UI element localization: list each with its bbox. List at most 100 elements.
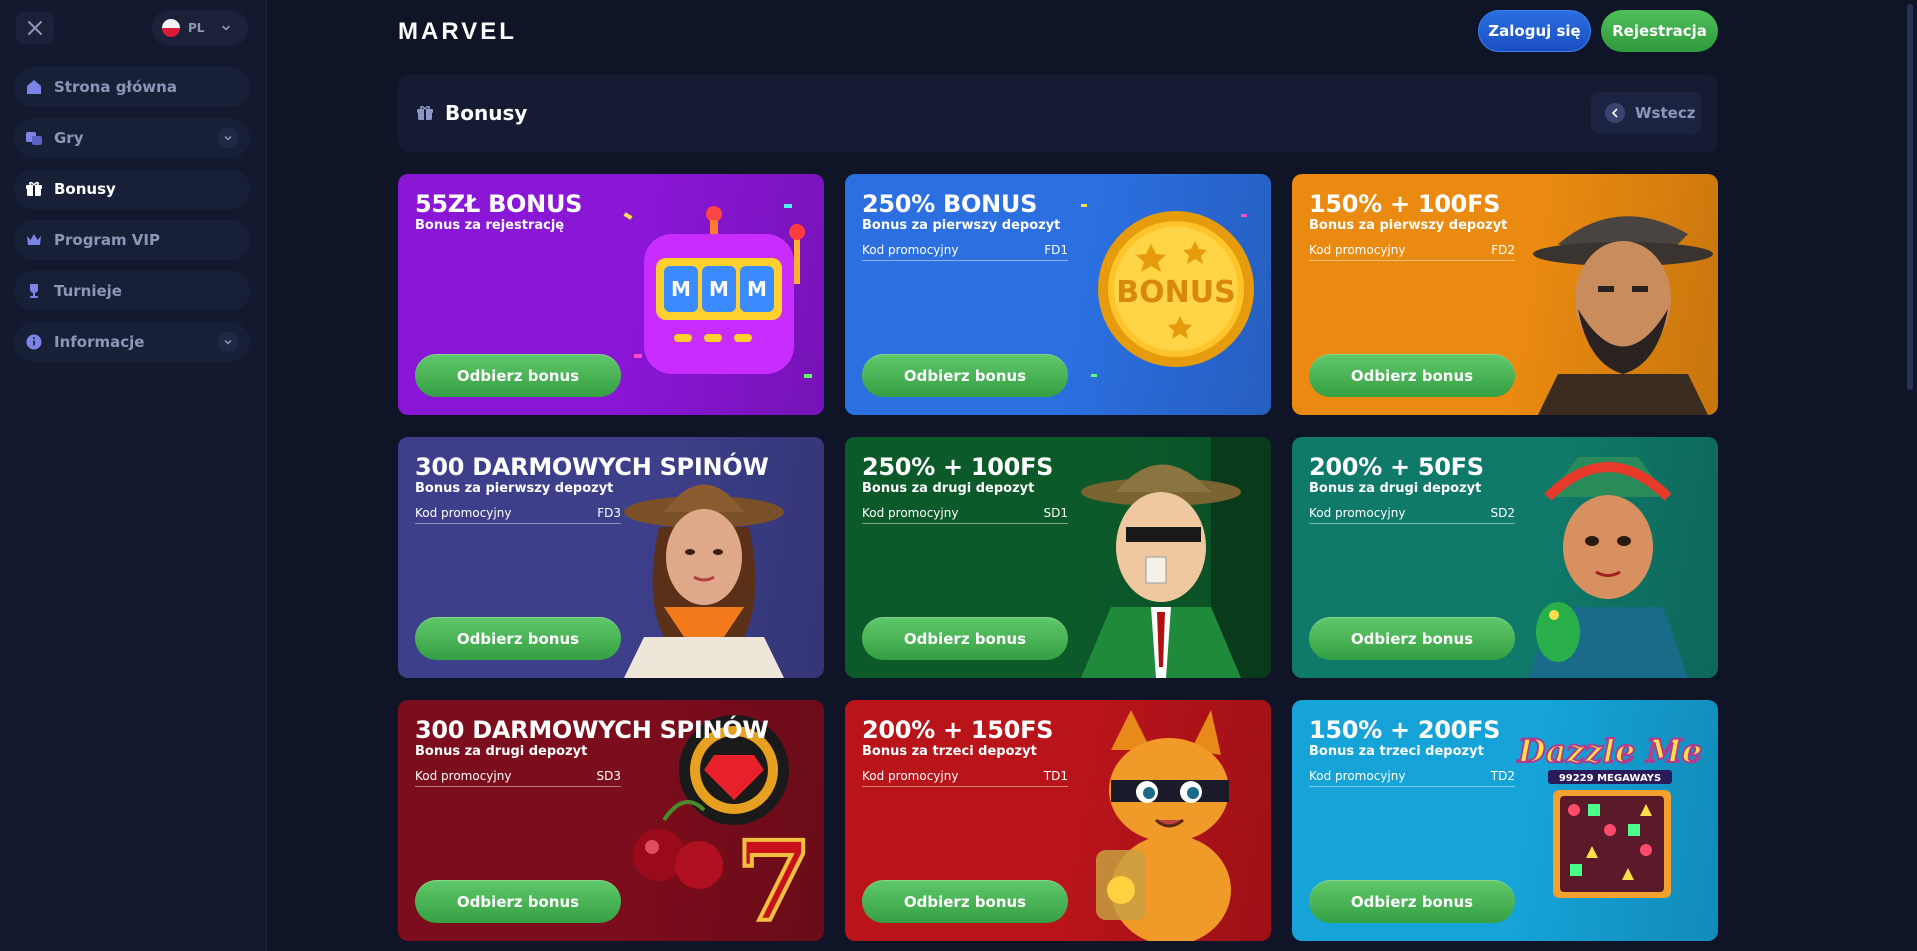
- chevron-down-icon[interactable]: [218, 128, 238, 148]
- section-header: Bonusy Wstecz: [398, 75, 1718, 152]
- bonus-card[interactable]: Dazzle Me 99229 MEGAWAYS 150% + 200FS Bon…: [1292, 700, 1718, 941]
- promo-code-value[interactable]: FD3: [597, 506, 621, 523]
- art-logo-subtext: 99229 MEGAWAYS: [1559, 773, 1661, 784]
- promo-code-label: Kod promocyjny: [415, 506, 512, 520]
- promo-code-label: Kod promocyjny: [862, 769, 959, 783]
- bonus-card[interactable]: BONUS 250% BONUS Bonus za pierwszy depozy…: [845, 174, 1271, 415]
- claim-bonus-button[interactable]: Odbierz bonus: [415, 354, 621, 397]
- promo-code-row: Kod promocyjny FD1: [862, 243, 1068, 261]
- art-logo-text: Dazzle Me: [1517, 732, 1702, 770]
- claim-bonus-button[interactable]: Odbierz bonus: [862, 880, 1068, 923]
- svg-text:M: M: [671, 277, 691, 301]
- sidebar-item-bonuses[interactable]: Bonusy: [14, 169, 250, 209]
- claim-bonus-button[interactable]: Odbierz bonus: [1309, 880, 1515, 923]
- back-label: Wstecz: [1635, 104, 1696, 122]
- bonus-subtitle: Bonus za pierwszy depozyt: [1309, 218, 1508, 233]
- site-logo[interactable]: MARVEL: [398, 18, 517, 46]
- bonus-title: 300 DARMOWYCH SPINÓW: [415, 716, 769, 744]
- bonus-card[interactable]: 200% + 50FS Bonus za drugi depozyt Kod pro…: [1292, 437, 1718, 678]
- claim-bonus-button[interactable]: Odbierz bonus: [415, 617, 621, 660]
- sidebar-top: PL: [0, 0, 267, 56]
- promo-code-label: Kod promocyjny: [1309, 243, 1406, 257]
- promo-code-label: Kod promocyjny: [1309, 769, 1406, 783]
- chevron-down-icon[interactable]: [218, 332, 238, 352]
- crown-icon: [24, 230, 44, 250]
- sidebar-item-home[interactable]: Strona główna: [14, 67, 250, 107]
- promo-code-row: Kod promocyjny SD2: [1309, 506, 1515, 524]
- promo-code-value[interactable]: FD1: [1044, 243, 1068, 260]
- sidebar-item-games[interactable]: Gry: [14, 118, 250, 158]
- promo-code-value[interactable]: SD3: [597, 769, 622, 786]
- login-button[interactable]: Zaloguj się: [1478, 10, 1591, 52]
- sidebar-item-label: Informacje: [54, 333, 145, 351]
- promo-code-row: Kod promocyjny SD1: [862, 506, 1068, 524]
- aztec-illustration: [1498, 437, 1718, 678]
- bonus-subtitle: Bonus za pierwszy depozyt: [415, 481, 614, 496]
- bonus-card[interactable]: 200% + 150FS Bonus za trzeci depozyt Kod p…: [845, 700, 1271, 941]
- bonus-subtitle: Bonus za pierwszy depozyt: [862, 218, 1061, 233]
- back-button[interactable]: Wstecz: [1591, 92, 1701, 134]
- bonus-subtitle: Bonus za trzeci depozyt: [862, 744, 1037, 759]
- bonus-title: 250% + 100FS: [862, 453, 1054, 481]
- sidebar-nav: Strona główna Gry Bonusy Program VIP Tur…: [14, 67, 250, 373]
- slot-machine-illustration: M M M: [604, 174, 824, 415]
- bonus-title: 250% BONUS: [862, 190, 1038, 218]
- sidebar-item-tournaments[interactable]: Turnieje: [14, 271, 250, 311]
- home-icon: [24, 77, 44, 97]
- language-selector[interactable]: PL: [152, 10, 248, 46]
- svg-text:M: M: [747, 277, 767, 301]
- promo-code-value[interactable]: SD2: [1491, 506, 1516, 523]
- close-icon: [28, 21, 42, 35]
- promo-code-row: Kod promocyjny TD2: [1309, 769, 1515, 787]
- gift-icon: [24, 179, 44, 199]
- trophy-icon: [24, 281, 44, 301]
- promo-code-value[interactable]: TD2: [1491, 769, 1515, 786]
- bonus-card[interactable]: 250% + 100FS Bonus za drugi depozyt Kod pr…: [845, 437, 1271, 678]
- bonus-card[interactable]: 150% + 100FS Bonus za pierwszy depozyt Kod…: [1292, 174, 1718, 415]
- claim-bonus-button[interactable]: Odbierz bonus: [1309, 617, 1515, 660]
- info-icon: [24, 332, 44, 352]
- scrollbar[interactable]: [1907, 4, 1913, 390]
- promo-code-value[interactable]: TD1: [1044, 769, 1068, 786]
- sidebar-item-label: Program VIP: [54, 231, 160, 249]
- close-sidebar-button[interactable]: [16, 12, 54, 44]
- bonus-title: 150% + 200FS: [1309, 716, 1501, 744]
- claim-bonus-button[interactable]: Odbierz bonus: [415, 880, 621, 923]
- games-icon: [24, 128, 44, 148]
- cowboy-illustration: [1498, 174, 1718, 415]
- promo-code-row: Kod promocyjny FD2: [1309, 243, 1515, 261]
- promo-code-label: Kod promocyjny: [862, 243, 959, 257]
- promo-code-label: Kod promocyjny: [415, 769, 512, 783]
- bonus-subtitle: Bonus za trzeci depozyt: [1309, 744, 1484, 759]
- svg-text:BONUS: BONUS: [1116, 275, 1235, 310]
- bonus-card[interactable]: 7 300 DARMOWYCH SPINÓW Bonus za drugi dep…: [398, 700, 824, 941]
- claim-bonus-button[interactable]: Odbierz bonus: [1309, 354, 1515, 397]
- bonus-title: 55ZŁ BONUS: [415, 190, 583, 218]
- sidebar-item-vip[interactable]: Program VIP: [14, 220, 250, 260]
- sidebar-item-info[interactable]: Informacje: [14, 322, 250, 362]
- promo-code-row: Kod promocyjny TD1: [862, 769, 1068, 787]
- bonus-title: 200% + 50FS: [1309, 453, 1484, 481]
- promo-code-value[interactable]: FD2: [1491, 243, 1515, 260]
- chevron-down-icon: [222, 25, 231, 31]
- register-button[interactable]: Rejestracja: [1601, 10, 1718, 52]
- promo-code-row: Kod promocyjny SD3: [415, 769, 621, 787]
- bonus-card[interactable]: M M M 55ZŁ BONUS Bonus za rejestrację Odbi…: [398, 174, 824, 415]
- cat-illustration: [1051, 700, 1271, 941]
- claim-bonus-button[interactable]: Odbierz bonus: [862, 617, 1068, 660]
- dazzle-illustration: Dazzle Me 99229 MEGAWAYS: [1498, 700, 1718, 941]
- sidebar: PL Strona główna Gry Bonusy Program VIP …: [0, 0, 267, 951]
- promo-code-label: Kod promocyjny: [862, 506, 959, 520]
- sidebar-item-label: Turnieje: [54, 282, 122, 300]
- promo-code-label: Kod promocyjny: [1309, 506, 1406, 520]
- gift-icon: [417, 105, 433, 120]
- bonus-subtitle: Bonus za drugi depozyt: [1309, 481, 1482, 496]
- claim-bonus-button[interactable]: Odbierz bonus: [862, 354, 1068, 397]
- bonus-subtitle: Bonus za drugi depozyt: [862, 481, 1035, 496]
- sidebar-item-label: Strona główna: [54, 78, 177, 96]
- bonus-card[interactable]: 300 DARMOWYCH SPINÓW Bonus za pierwszy de…: [398, 437, 824, 678]
- gold-coin-illustration: BONUS: [1051, 174, 1271, 415]
- promo-code-value[interactable]: SD1: [1044, 506, 1069, 523]
- bonus-subtitle: Bonus za drugi depozyt: [415, 744, 588, 759]
- promo-code-row: Kod promocyjny FD3: [415, 506, 621, 524]
